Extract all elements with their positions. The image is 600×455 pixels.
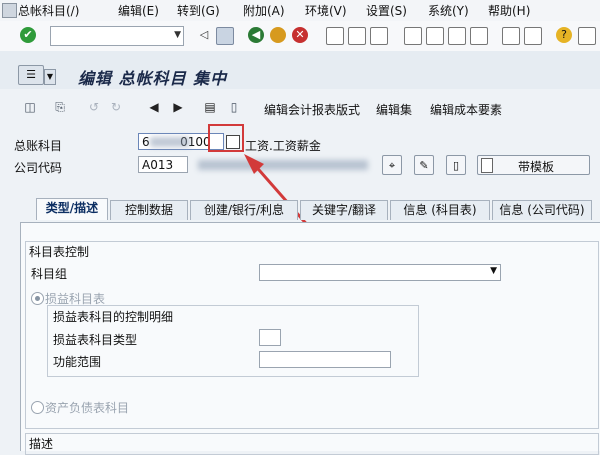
save-icon[interactable] <box>216 27 234 45</box>
command-field[interactable]: ▼ <box>50 26 184 46</box>
exit-icon[interactable] <box>270 27 286 43</box>
last-page-icon[interactable] <box>470 27 488 45</box>
tab-info-chart-of-accounts[interactable]: 信息 (科目表) <box>390 200 490 220</box>
menu-extras[interactable]: 附加(A) <box>243 2 285 19</box>
tab-type-description[interactable]: 类型/描述 <box>36 198 108 220</box>
find-icon[interactable] <box>348 27 366 45</box>
description-group <box>25 433 599 455</box>
pl-account-type-label: 损益表科目类型 <box>53 333 138 347</box>
back-triangle-icon[interactable]: ◁ <box>196 27 212 43</box>
pl-group-title: 损益表科目的控制明细 <box>53 310 174 324</box>
sap-menu-icon[interactable] <box>2 3 17 18</box>
document-icon[interactable]: ▯ <box>226 99 242 115</box>
menu-icon[interactable]: ☰ <box>18 65 44 85</box>
description-title: 描述 <box>29 437 54 451</box>
help-icon[interactable]: ? <box>556 27 572 43</box>
menu-edit[interactable]: 编辑(E) <box>118 2 159 19</box>
company-code-label: 公司代码 <box>14 161 63 175</box>
menu-bar: 总帐科目(/) 编辑(E) 转到(G) 附加(A) 环境(V) 设置(S) 系统… <box>0 0 600 22</box>
pl-account-type-field[interactable] <box>259 329 281 346</box>
edit-cost-element-button[interactable]: 编辑成本要素 <box>430 101 502 118</box>
account-group-dropdown[interactable]: ▼ <box>259 264 501 281</box>
section-title: 科目表控制 <box>29 245 90 259</box>
with-template-button[interactable]: 带模板 <box>477 155 590 175</box>
previous-page-icon[interactable] <box>426 27 444 45</box>
find-next-icon[interactable] <box>370 27 388 45</box>
print-icon[interactable] <box>326 27 344 45</box>
chevron-down-icon[interactable]: ▼ <box>174 30 181 40</box>
layout-icon[interactable] <box>578 27 596 45</box>
tab-info-company-code[interactable]: 信息 (公司代码) <box>492 200 592 220</box>
display-change-icon[interactable]: ◫ <box>22 99 38 115</box>
tab-strip: 类型/描述 控制数据 创建/银行/利息 关键字/翻译 信息 (科目表) 信息 (… <box>0 196 600 222</box>
undo-icon[interactable]: ↺ <box>86 99 102 115</box>
first-page-icon[interactable] <box>404 27 422 45</box>
company-code-field[interactable]: A013 <box>138 156 188 173</box>
pencil-icon[interactable]: ✎ <box>414 155 434 175</box>
menu-goto[interactable]: 转到(G) <box>177 2 220 19</box>
chevron-down-icon[interactable]: ▼ <box>490 266 497 276</box>
menu-system[interactable]: 系统(Y) <box>428 2 469 19</box>
new-document-icon[interactable]: ▯ <box>446 155 466 175</box>
document-icon <box>481 158 493 173</box>
edit-financial-statement-version-button[interactable]: 编辑会计报表版式 <box>264 101 360 118</box>
menu-settings[interactable]: 设置(S) <box>366 2 407 19</box>
pl-account-radio[interactable] <box>31 292 44 305</box>
menu-gl-account[interactable]: 总帐科目(/) <box>18 2 79 19</box>
title-bar: ☰ ▼ 编辑 总帐科目 集中 <box>0 51 600 90</box>
menu-help[interactable]: 帮助(H) <box>488 2 530 19</box>
functional-area-label: 功能范围 <box>53 355 102 369</box>
balance-sheet-account-radio[interactable] <box>31 401 44 414</box>
functional-area-field[interactable] <box>259 351 391 368</box>
chevron-down-icon[interactable]: ▼ <box>44 69 56 85</box>
cancel-icon[interactable]: ✕ <box>292 27 308 43</box>
enter-icon[interactable]: ✔ <box>20 27 36 43</box>
new-session-icon[interactable] <box>502 27 520 45</box>
account-group-label: 科目组 <box>31 267 68 281</box>
previous-icon[interactable]: ◀ <box>146 99 162 115</box>
next-page-icon[interactable] <box>448 27 466 45</box>
balance-sheet-account-label: 资产负债表科目 <box>45 401 130 415</box>
gl-account-label: 总账科目 <box>14 139 63 153</box>
menu-environment[interactable]: 环境(V) <box>305 2 347 19</box>
tab-create-bank-interest[interactable]: 创建/银行/利息 <box>190 200 298 220</box>
redo-icon[interactable]: ↻ <box>108 99 124 115</box>
shortcut-icon[interactable] <box>524 27 542 45</box>
tab-keyword-translation[interactable]: 关键字/翻译 <box>300 200 388 220</box>
page-title: 编辑 总帐科目 集中 <box>78 69 228 88</box>
tab-content-panel: 科目表控制 科目组 ▼ 损益科目表 损益表科目的控制明细 损益表科目类型 功能范… <box>20 222 600 455</box>
standard-toolbar: ✔ ▼ ◁ ◀ ✕ ? <box>0 21 600 52</box>
tab-control-data[interactable]: 控制数据 <box>110 200 188 220</box>
redacted-text <box>150 137 190 147</box>
glasses-icon[interactable]: ⌖ <box>382 155 402 175</box>
application-toolbar: ◫ ⎘ ↺ ↻ ◀ ▶ ▤ ▯ 编辑会计报表版式 编辑集 编辑成本要素 <box>0 89 600 127</box>
next-icon[interactable]: ▶ <box>170 99 186 115</box>
back-icon[interactable]: ◀ <box>248 27 264 43</box>
print-icon[interactable]: ▤ <box>202 99 218 115</box>
edit-set-button[interactable]: 编辑集 <box>376 101 412 118</box>
other-object-icon[interactable]: ⎘ <box>52 99 68 115</box>
